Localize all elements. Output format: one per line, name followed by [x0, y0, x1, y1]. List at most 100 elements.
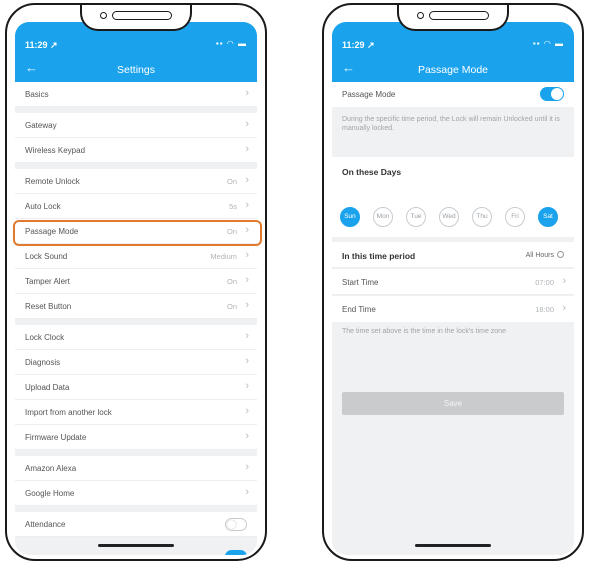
attendance-label: Attendance [25, 520, 66, 529]
settings-row-attendance: Attendance [15, 512, 257, 537]
period-heading: In this time period [342, 251, 416, 261]
phone-notch [80, 5, 192, 31]
passage-mode-phone: 11:29 ↗ ▪▪ ◠ ▬ ← Passage Mode Passage Mo… [322, 3, 584, 561]
chevron-right-icon: › [245, 430, 249, 442]
settings-row[interactable]: Remote Unlock On › [15, 169, 257, 194]
settings-row-label: Google Home [25, 489, 75, 498]
settings-row-label: Tamper Alert [25, 277, 70, 286]
settings-row[interactable]: Google Home › [15, 481, 257, 506]
settings-list: Basics › Gateway › Wireless Keypad › Remote Un… [15, 82, 257, 537]
settings-row-label: Remote Unlock [25, 177, 80, 186]
chevron-right-icon: › [245, 143, 249, 155]
settings-row[interactable]: Import from another lock › [15, 400, 257, 425]
settings-row-value: On [226, 177, 237, 186]
attendance-toggle[interactable] [225, 518, 247, 531]
all-hours-label: All Hours [525, 252, 554, 259]
passage-description: During the specific time period, the Loc… [342, 116, 560, 132]
chevron-right-icon: › [245, 299, 249, 311]
status-icons: ▪▪ ◠ ▬ [215, 39, 247, 48]
settings-row-label: Basics [25, 90, 49, 99]
passage-mode-screen: 11:29 ↗ ▪▪ ◠ ▬ ← Passage Mode Passage Mo… [332, 22, 574, 555]
day-wed-button[interactable]: Wed [439, 207, 459, 227]
all-hours-option[interactable]: All Hours [526, 251, 564, 259]
settings-row-value: 5s [229, 202, 237, 211]
time-zone-note: The time set above is the time in the lo… [342, 328, 506, 335]
status-icons: ▪▪ ◠ ▬ [532, 39, 564, 48]
chevron-right-icon: › [245, 486, 249, 498]
settings-row-label: Amazon Alexa [25, 464, 77, 473]
settings-row-label: Import from another lock [25, 408, 112, 417]
chevron-right-icon: › [245, 249, 249, 261]
settings-row[interactable]: Basics › [15, 82, 257, 107]
settings-row[interactable]: Auto Lock 5s › [15, 194, 257, 219]
settings-row-label: Firmware Update [25, 433, 87, 442]
save-button[interactable]: Save [342, 392, 564, 415]
settings-row[interactable]: Tamper Alert On › [15, 269, 257, 294]
chevron-right-icon: › [245, 355, 249, 367]
settings-row-label: Upload Data [25, 383, 70, 392]
status-time: 11:29 ↗ [25, 40, 58, 50]
passage-app-bar: 11:29 ↗ ▪▪ ◠ ▬ ← Passage Mode [332, 22, 574, 82]
start-time-value: 07:00 [535, 278, 554, 287]
day-sun-button[interactable]: Sun [340, 207, 360, 227]
settings-row[interactable]: Diagnosis › [15, 350, 257, 375]
days-heading: On these Days [342, 167, 402, 177]
settings-row[interactable]: Reset Button On › [15, 294, 257, 319]
settings-phone: 11:29 ↗ ▪▪ ◠ ▬ ← Settings Basics › Gateway… [5, 3, 267, 561]
start-time-row[interactable]: Start Time 07:00 › [332, 269, 574, 295]
chevron-right-icon: › [245, 174, 249, 186]
phone-notch [397, 5, 509, 31]
period-row: In this time period All Hours [332, 242, 574, 268]
chevron-right-icon: › [245, 118, 249, 130]
day-selector: Sun Mon Tue Wed Thu Fri Sat [338, 207, 570, 229]
all-hours-radio-icon [557, 251, 564, 258]
chevron-right-icon: › [245, 405, 249, 417]
settings-row[interactable]: Amazon Alexa › [15, 456, 257, 481]
status-time: 11:29 ↗ [342, 40, 375, 50]
settings-row[interactable]: Lock Clock › [15, 325, 257, 350]
end-time-value: 18:00 [535, 305, 554, 314]
settings-row-label: Lock Clock [25, 333, 65, 342]
settings-row[interactable]: Upload Data › [15, 375, 257, 400]
chevron-right-icon: › [245, 274, 249, 286]
passage-mode-toggle[interactable] [540, 87, 564, 101]
settings-row-value: On [226, 277, 237, 286]
chevron-right-icon: › [245, 380, 249, 392]
day-tue-button[interactable]: Tue [406, 207, 426, 227]
chevron-right-icon: › [562, 302, 566, 314]
page-title: Passage Mode [417, 64, 489, 76]
chevron-right-icon: › [245, 87, 249, 99]
page-title: Settings [117, 64, 155, 76]
home-indicator [98, 544, 174, 547]
day-mon-button[interactable]: Mon [373, 207, 393, 227]
home-indicator [415, 544, 491, 547]
passage-mode-row: Passage Mode [332, 82, 574, 107]
settings-row-label: Auto Lock [25, 202, 61, 211]
toggle-peek[interactable] [225, 550, 247, 555]
chevron-right-icon: › [562, 275, 566, 287]
chevron-right-icon: › [245, 461, 249, 473]
start-time-label: Start Time [342, 278, 379, 287]
passage-mode-label: Passage Mode [342, 90, 396, 99]
settings-row-label: Gateway [25, 121, 57, 130]
settings-row-label: Lock Sound [25, 252, 68, 261]
day-thu-button[interactable]: Thu [472, 207, 492, 227]
end-time-row[interactable]: End Time 18:00 › [332, 296, 574, 322]
chevron-right-icon: › [245, 330, 249, 342]
settings-row-label: Wireless Keypad [25, 146, 86, 155]
settings-app-bar: 11:29 ↗ ▪▪ ◠ ▬ ← Settings [15, 22, 257, 82]
end-time-label: End Time [342, 305, 376, 314]
passage-mode-highlight [13, 220, 262, 246]
settings-screen: 11:29 ↗ ▪▪ ◠ ▬ ← Settings Basics › Gateway… [15, 22, 257, 555]
settings-row-value: Medium [210, 252, 237, 261]
settings-row[interactable]: Gateway › [15, 113, 257, 138]
day-fri-button[interactable]: Fri [505, 207, 525, 227]
settings-row-value: On [226, 302, 237, 311]
settings-row-label: Diagnosis [25, 358, 61, 367]
settings-row-label: Reset Button [25, 302, 72, 311]
day-sat-button[interactable]: Sat [538, 207, 558, 227]
chevron-right-icon: › [245, 199, 249, 211]
settings-row[interactable]: Wireless Keypad › [15, 138, 257, 163]
settings-row[interactable]: Lock Sound Medium › [15, 244, 257, 269]
settings-row[interactable]: Firmware Update › [15, 425, 257, 450]
